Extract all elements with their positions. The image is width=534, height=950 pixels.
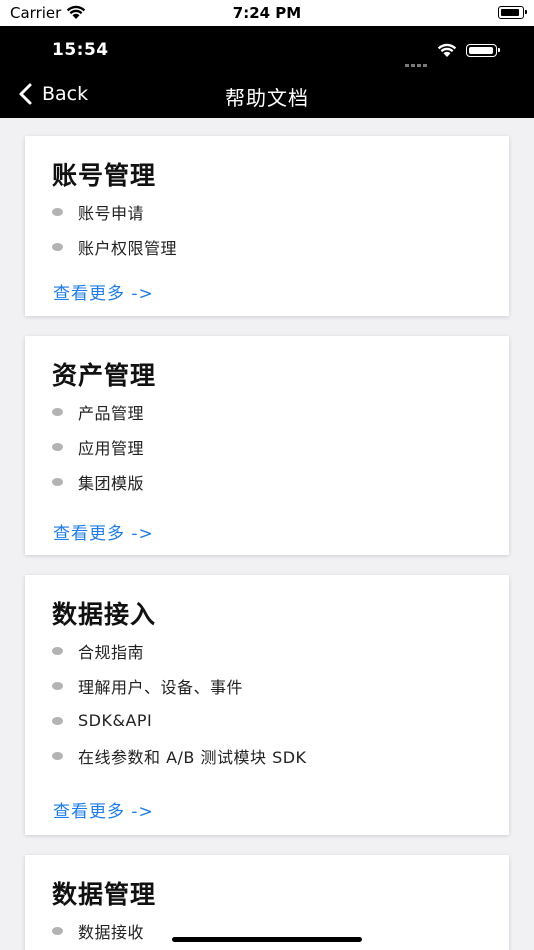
- battery-icon: [498, 6, 527, 19]
- bullet-icon: [52, 716, 63, 725]
- bullet-icon: [52, 926, 63, 935]
- view-more-link[interactable]: 查看更多 ->: [53, 797, 154, 822]
- section-card-data-management: 数据管理 数据接收: [25, 855, 509, 950]
- section-card-assets: 资产管理 产品管理 应用管理 集团模版 查看更多 ->: [25, 336, 509, 555]
- bullet-icon: [52, 751, 63, 760]
- list-item[interactable]: 理解用户、设备、事件: [52, 668, 307, 703]
- list-item[interactable]: 账户权限管理: [52, 229, 177, 264]
- page-title: 帮助文档: [225, 86, 309, 110]
- view-more-link[interactable]: 查看更多 ->: [53, 279, 154, 304]
- list-item[interactable]: 合规指南: [52, 633, 307, 668]
- home-indicator: [172, 937, 362, 942]
- list-item[interactable]: 集团模版: [52, 464, 144, 499]
- app-header: 15:54 Back 帮助文档: [0, 26, 534, 118]
- bullet-icon: [52, 646, 63, 655]
- view-more-link[interactable]: 查看更多 ->: [53, 519, 154, 544]
- section-title: 数据管理: [52, 880, 157, 909]
- section-list: 合规指南 理解用户、设备、事件 SDK&API 在线参数和 A/B 测试模块 S…: [52, 633, 307, 773]
- device-status-bar: Carrier 7:24 PM: [0, 0, 534, 26]
- list-item[interactable]: 账号申请: [52, 194, 177, 229]
- bullet-icon: [52, 407, 63, 416]
- section-list: 数据接收: [52, 913, 144, 948]
- list-item[interactable]: 产品管理: [52, 394, 144, 429]
- section-card-data-access: 数据接入 合规指南 理解用户、设备、事件 SDK&API 在线参数和 A/B 测…: [25, 575, 509, 835]
- section-title: 账号管理: [52, 161, 157, 190]
- section-title: 数据接入: [52, 600, 157, 629]
- section-list: 产品管理 应用管理 集团模版: [52, 394, 144, 499]
- bullet-icon: [52, 207, 63, 216]
- bullet-icon: [52, 681, 63, 690]
- battery-icon: [466, 44, 500, 57]
- section-card-account: 账号管理 账号申请 账户权限管理 查看更多 ->: [25, 136, 509, 316]
- list-item[interactable]: 在线参数和 A/B 测试模块 SDK: [52, 738, 307, 773]
- section-list: 账号申请 账户权限管理: [52, 194, 177, 264]
- bullet-icon: [52, 242, 63, 251]
- device-clock: 7:24 PM: [232, 4, 302, 22]
- list-item[interactable]: 数据接收: [52, 913, 144, 948]
- bullet-icon: [52, 442, 63, 451]
- wifi-icon: [437, 43, 457, 57]
- list-item[interactable]: 应用管理: [52, 429, 144, 464]
- section-title: 资产管理: [52, 361, 157, 390]
- list-item[interactable]: SDK&API: [52, 703, 307, 738]
- app-clock: 15:54: [52, 40, 109, 60]
- bullet-icon: [52, 477, 63, 486]
- signal-dots-icon: [405, 52, 429, 71]
